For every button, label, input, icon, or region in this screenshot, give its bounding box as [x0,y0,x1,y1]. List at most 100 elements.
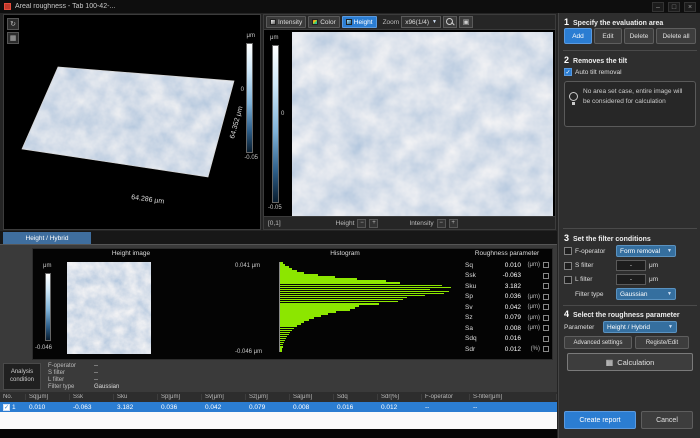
l-filter-checkbox[interactable] [564,276,572,284]
analysis-condition-list: F-operator--S filter--L filter--Filter t… [48,362,119,390]
intensity-increase-button[interactable]: + [449,219,458,228]
parameter-unit: (μm) [521,262,540,268]
condition-name: L filter [48,377,94,383]
fit-view-button[interactable]: ▣ [459,16,473,28]
roughness-parameter-row: Sq0.010(μm) [465,260,549,271]
intensity-decrease-button[interactable]: − [437,219,446,228]
filter-type-select[interactable]: Gaussian ▼ [616,288,676,300]
parameter-checkbox[interactable] [543,315,549,321]
s-filter-input[interactable]: - [616,260,646,271]
add-button[interactable]: Add [564,28,592,44]
parameter-checkbox[interactable] [543,283,549,289]
maximize-icon[interactable]: □ [668,2,680,12]
table-header-cell: Sq[μm] [26,394,70,400]
condition-value: -- [94,377,98,383]
settings-panel: 1 Specify the evaluation area Add Edit D… [558,13,700,438]
f-operator-select[interactable]: Form removal ▼ [616,245,676,257]
section-4-header: 4 Select the roughness parameter [564,309,680,319]
cancel-button[interactable]: Cancel [641,411,693,429]
roughness-parameter-row: Ssk-0.063 [465,271,549,282]
delete-all-button[interactable]: Delete all [656,28,696,44]
height-view-button[interactable]: Height [342,16,377,28]
section-2-header: 2 Removes the tilt [564,55,627,65]
surface-3d-view[interactable]: 64.352 μm 64.286 μm [6,31,246,223]
create-report-button[interactable]: Create report [564,411,636,429]
height-image-thumbnail[interactable] [67,262,151,354]
minimize-icon[interactable]: – [652,2,664,12]
title-bar: Areal roughness - Tab 100-42-... – □ × [0,0,700,13]
table-cell: 0.016 [334,404,378,411]
l-filter-input[interactable]: - [616,274,646,285]
check-icon: ✓ [4,404,9,411]
register-edit-button[interactable]: Registe/Edit [635,336,689,349]
zoom-select[interactable]: x96(1/4) ▼ [401,16,441,28]
row-checkbox[interactable]: ✓ [3,404,10,411]
edit-button[interactable]: Edit [594,28,622,44]
analysis-condition-row: S filter-- [48,369,119,376]
check-icon: ✓ [565,69,570,76]
rotate-view-icon[interactable]: ↻ [7,18,19,30]
delete-button[interactable]: Delete [624,28,654,44]
auto-tilt-label: Auto tilt removal [575,69,622,76]
info-box: No area set case, entire image will be c… [564,81,696,127]
coordinate-readout: [0,1] [268,220,281,227]
height-map-image[interactable] [292,32,553,216]
table-header-cell: Sa[μm] [290,394,334,400]
axis-label-right: 64.352 μm [229,105,244,139]
intensity-view-button[interactable]: Intensity [266,16,306,28]
condition-value: Gaussian [94,384,119,390]
f-operator-checkbox[interactable] [564,247,572,255]
f-operator-row: F-operator Form removal ▼ [564,245,676,257]
analysis-condition-label: Analysis condition [3,363,41,390]
scale-min-label: -0.05 [244,155,258,161]
parameter-value: 0.012 [482,346,521,353]
advanced-settings-button[interactable]: Advanced settings [564,336,632,349]
table-header-cell: S-filter[μm] [470,394,557,400]
evaluation-area-buttons: Add Edit Delete Delete all [564,28,696,44]
table-cell: 0.012 [378,404,422,411]
height-increase-button[interactable]: + [369,219,378,228]
parameter-select[interactable]: Height / Hybrid ▼ [603,321,677,333]
results-panel: Height image μm -0.046 Histogram 0.04 [0,244,557,392]
parameter-checkbox[interactable] [543,325,549,331]
height-image-title: Height image [33,250,229,257]
table-row[interactable]: ✓10.010-0.0633.1820.0360.0420.0790.0080.… [0,402,557,412]
s-filter-label: S filter [575,262,613,269]
table-header-cell: Sp[μm] [158,394,202,400]
application-window: Areal roughness - Tab 100-42-... – □ × ↻… [0,0,700,438]
parameter-value: 0.008 [482,325,521,332]
parameter-checkbox[interactable] [543,262,549,268]
table-header-cell: F-operator [422,394,470,400]
parameter-checkbox[interactable] [543,304,549,310]
height-layer-label: Height [336,220,355,227]
magnifier-button[interactable] [443,16,457,28]
histogram-title: Histogram [231,250,459,257]
scale-zero-label: 0 [241,87,244,93]
parameter-checkbox[interactable] [543,346,549,352]
table-header-cell: Sv[μm] [202,394,246,400]
section-3-header: 3 Set the filter conditions [564,233,651,243]
parameter-name: Ssk [465,272,482,279]
color-view-button[interactable]: Color [308,16,340,28]
auto-tilt-checkbox[interactable]: ✓ [564,68,572,76]
chevron-down-icon: ▼ [667,248,672,254]
parameter-name: Sku [465,283,482,290]
parameter-checkbox[interactable] [543,273,549,279]
height-decrease-button[interactable]: − [357,219,366,228]
s-filter-checkbox[interactable] [564,262,572,270]
view-status-bar: [0,1] Height − + Intensity − + [264,216,555,229]
analysis-condition-row: L filter-- [48,376,119,383]
close-icon[interactable]: × [684,2,696,12]
parameter-name: Sdq [465,335,482,342]
tab-height-hybrid[interactable]: Height / Hybrid [3,232,91,244]
table-header-cell: Sz[μm] [246,394,290,400]
parameter-checkbox[interactable] [543,336,549,342]
parameter-name: Sdr [465,346,482,353]
parameter-unit: (μm) [521,304,540,310]
parameter-checkbox[interactable] [543,294,549,300]
histogram-bar [280,350,282,352]
condition-value: -- [94,370,98,376]
parameter-unit: (μm) [521,325,540,331]
divider [563,50,697,51]
calculation-button[interactable]: ▦ Calculation [567,353,693,371]
